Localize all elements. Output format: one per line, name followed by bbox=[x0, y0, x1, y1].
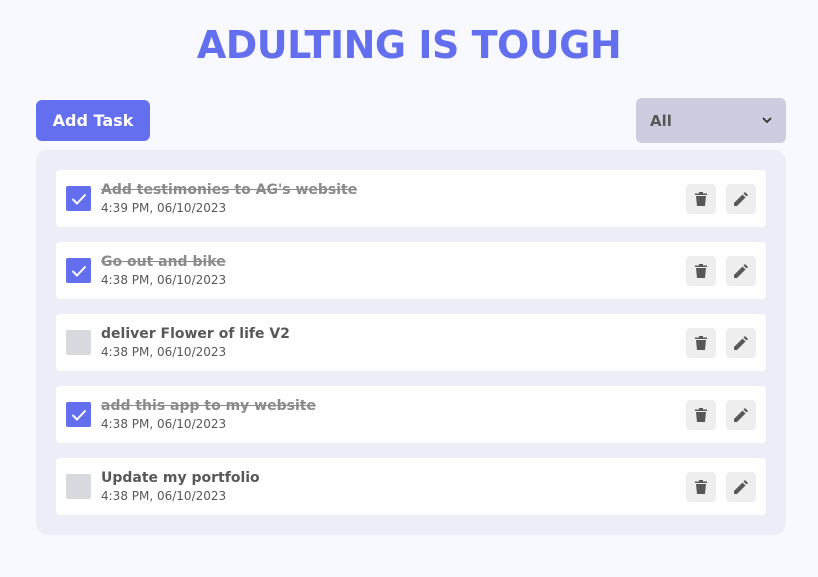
task-item: Add testimonies to AG's website 4:39 PM,… bbox=[56, 170, 766, 227]
task-item: Go out and bike 4:38 PM, 06/10/2023 bbox=[56, 242, 766, 299]
task-text: Add testimonies to AG's website 4:39 PM,… bbox=[101, 180, 357, 216]
trash-icon bbox=[695, 480, 707, 494]
task-checkbox[interactable] bbox=[66, 186, 91, 211]
delete-task-button[interactable] bbox=[686, 400, 716, 430]
task-item: add this app to my website 4:38 PM, 06/1… bbox=[56, 386, 766, 443]
check-icon bbox=[71, 265, 86, 277]
task-title: deliver Flower of life V2 bbox=[101, 326, 290, 342]
task-checkbox[interactable] bbox=[66, 474, 91, 499]
task-checkbox[interactable] bbox=[66, 330, 91, 355]
task-text: deliver Flower of life V2 4:38 PM, 06/10… bbox=[101, 324, 290, 360]
pencil-icon bbox=[734, 480, 748, 494]
task-timestamp: 4:38 PM, 06/10/2023 bbox=[101, 273, 227, 287]
task-timestamp: 4:38 PM, 06/10/2023 bbox=[101, 489, 227, 503]
edit-task-button[interactable] bbox=[726, 400, 756, 430]
filter-selected-value: All bbox=[650, 111, 672, 130]
trash-icon bbox=[695, 408, 707, 422]
task-text: Go out and bike 4:38 PM, 06/10/2023 bbox=[101, 252, 226, 288]
delete-task-button[interactable] bbox=[686, 328, 716, 358]
edit-task-button[interactable] bbox=[726, 472, 756, 502]
add-task-button[interactable]: Add Task bbox=[36, 100, 150, 141]
task-timestamp: 4:38 PM, 06/10/2023 bbox=[101, 345, 227, 359]
task-checkbox[interactable] bbox=[66, 402, 91, 427]
check-icon bbox=[71, 193, 86, 205]
chevron-down-icon bbox=[762, 116, 772, 126]
pencil-icon bbox=[734, 408, 748, 422]
task-item: Update my portfolio 4:38 PM, 06/10/2023 bbox=[56, 458, 766, 515]
delete-task-button[interactable] bbox=[686, 256, 716, 286]
task-title: Add testimonies to AG's website bbox=[101, 182, 358, 198]
trash-icon bbox=[695, 336, 707, 350]
task-timestamp: 4:38 PM, 06/10/2023 bbox=[101, 417, 227, 431]
edit-task-button[interactable] bbox=[726, 256, 756, 286]
task-title: Update my portfolio bbox=[101, 470, 260, 486]
task-text: add this app to my website 4:38 PM, 06/1… bbox=[101, 396, 316, 432]
pencil-icon bbox=[734, 192, 748, 206]
status-filter-select[interactable]: All bbox=[636, 98, 786, 143]
task-item: deliver Flower of life V2 4:38 PM, 06/10… bbox=[56, 314, 766, 371]
task-title: Go out and bike bbox=[101, 254, 226, 270]
task-checkbox[interactable] bbox=[66, 258, 91, 283]
edit-task-button[interactable] bbox=[726, 184, 756, 214]
edit-task-button[interactable] bbox=[726, 328, 756, 358]
trash-icon bbox=[695, 264, 707, 278]
task-list: Add testimonies to AG's website 4:39 PM,… bbox=[36, 150, 786, 535]
task-text: Update my portfolio 4:38 PM, 06/10/2023 bbox=[101, 468, 260, 504]
delete-task-button[interactable] bbox=[686, 472, 716, 502]
task-timestamp: 4:39 PM, 06/10/2023 bbox=[101, 201, 227, 215]
pencil-icon bbox=[734, 264, 748, 278]
page-title: ADULTING IS TOUGH bbox=[196, 23, 622, 67]
check-icon bbox=[71, 409, 86, 421]
delete-task-button[interactable] bbox=[686, 184, 716, 214]
trash-icon bbox=[695, 192, 707, 206]
task-title: add this app to my website bbox=[101, 398, 316, 414]
pencil-icon bbox=[734, 336, 748, 350]
